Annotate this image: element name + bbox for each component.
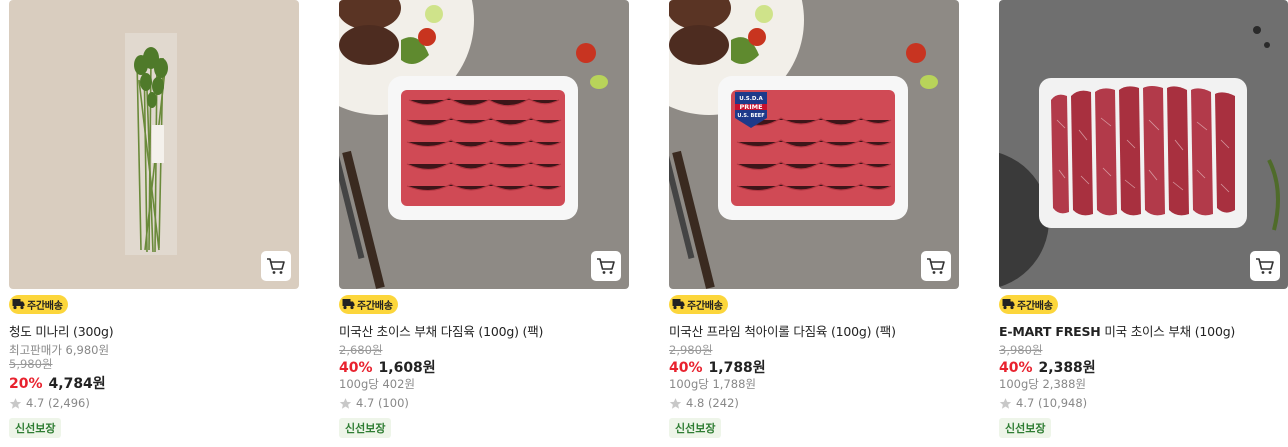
product-card[interactable]: U.S.D.A PRIME U.S. BEEF 주간배송 미국산 프라임 척아이…: [669, 0, 959, 447]
rating: 4.7 (2,496): [9, 396, 90, 410]
weekly-delivery-badge: 주간배송: [669, 294, 728, 314]
rating: 4.7 (10,948): [999, 396, 1087, 410]
svg-text:U.S.D.A: U.S.D.A: [739, 96, 763, 102]
discount-rate: 40%: [999, 360, 1033, 376]
product-name[interactable]: 미국산 프라임 척아이롤 다짐육 (100g) (팩): [669, 321, 896, 340]
unit-price: 100g당 1,788원: [669, 377, 756, 391]
sale-price: 2,388원: [1038, 360, 1096, 376]
product-grid: 주간배송 청도 미나리 (300g) 최고판매가 6,980원 5,980원 2…: [0, 0, 1288, 447]
unit-price: 100g당 402원: [339, 377, 416, 391]
product-name[interactable]: 미국산 초이스 부채 다짐육 (100g) (팩): [339, 321, 543, 340]
product-image[interactable]: [9, 0, 299, 289]
product-image[interactable]: U.S.D.A PRIME U.S. BEEF: [669, 0, 959, 289]
unit-price: 100g당 2,388원: [999, 377, 1086, 391]
sale-price: 1,788원: [708, 360, 766, 376]
original-price: 5,980원: [9, 357, 53, 371]
weekly-delivery-badge: 주간배송: [9, 294, 68, 314]
delivery-truck-icon: [1002, 299, 1015, 310]
weekly-delivery-badge: 주간배송: [999, 294, 1058, 314]
minari-photo: [9, 0, 299, 289]
delivery-truck-icon: [342, 299, 355, 310]
fresh-guarantee-badge: 신선보장: [339, 418, 392, 438]
flat-iron-steak-photo: [999, 0, 1288, 289]
original-price: 3,980원: [999, 343, 1043, 357]
product-card[interactable]: 주간배송 미국산 초이스 부채 다짐육 (100g) (팩) 2,680원 40…: [339, 0, 629, 447]
price-row: 40% 1,788원: [669, 357, 766, 377]
sale-price: 4,784원: [48, 376, 106, 392]
discount-rate: 20%: [9, 376, 43, 392]
brand-name: E-MART FRESH: [999, 324, 1101, 339]
svg-text:U.S. BEEF: U.S. BEEF: [737, 113, 764, 119]
delivery-truck-icon: [12, 299, 25, 310]
add-to-cart-button[interactable]: [921, 251, 951, 281]
cart-icon: [597, 258, 615, 274]
sale-price: 1,608원: [378, 360, 436, 376]
ground-beef-photo: [339, 0, 629, 289]
product-card[interactable]: 주간배송 E-MART FRESH 미국 초이스 부채 (100g) 3,980…: [999, 0, 1288, 447]
discount-rate: 40%: [669, 360, 703, 376]
fresh-guarantee-badge: 신선보장: [9, 418, 62, 438]
cart-icon: [267, 258, 285, 274]
rating: 4.7 (100): [339, 396, 409, 410]
star-icon: [999, 397, 1012, 409]
fresh-guarantee-badge: 신선보장: [669, 418, 722, 438]
add-to-cart-button[interactable]: [261, 251, 291, 281]
delivery-truck-icon: [672, 299, 685, 310]
prime-ground-beef-photo: U.S.D.A PRIME U.S. BEEF: [669, 0, 959, 289]
original-price: 2,680원: [339, 343, 383, 357]
product-name[interactable]: E-MART FRESH 미국 초이스 부채 (100g): [999, 321, 1235, 340]
cart-icon: [1256, 258, 1274, 274]
price-row: 40% 1,608원: [339, 357, 436, 377]
discount-rate: 40%: [339, 360, 373, 376]
weekly-delivery-badge: 주간배송: [339, 294, 398, 314]
svg-text:PRIME: PRIME: [739, 103, 762, 111]
fresh-guarantee-badge: 신선보장: [999, 418, 1052, 438]
star-icon: [9, 397, 22, 409]
product-card[interactable]: 주간배송 청도 미나리 (300g) 최고판매가 6,980원 5,980원 2…: [9, 0, 299, 447]
star-icon: [339, 397, 352, 409]
product-image[interactable]: [339, 0, 629, 289]
price-row: 20% 4,784원: [9, 373, 106, 393]
star-icon: [669, 397, 682, 409]
price-row: 40% 2,388원: [999, 357, 1096, 377]
product-name[interactable]: 청도 미나리 (300g): [9, 321, 114, 340]
add-to-cart-button[interactable]: [1250, 251, 1280, 281]
rating: 4.8 (242): [669, 396, 739, 410]
cart-icon: [927, 258, 945, 274]
original-price: 2,980원: [669, 343, 713, 357]
add-to-cart-button[interactable]: [591, 251, 621, 281]
product-image[interactable]: [999, 0, 1288, 289]
